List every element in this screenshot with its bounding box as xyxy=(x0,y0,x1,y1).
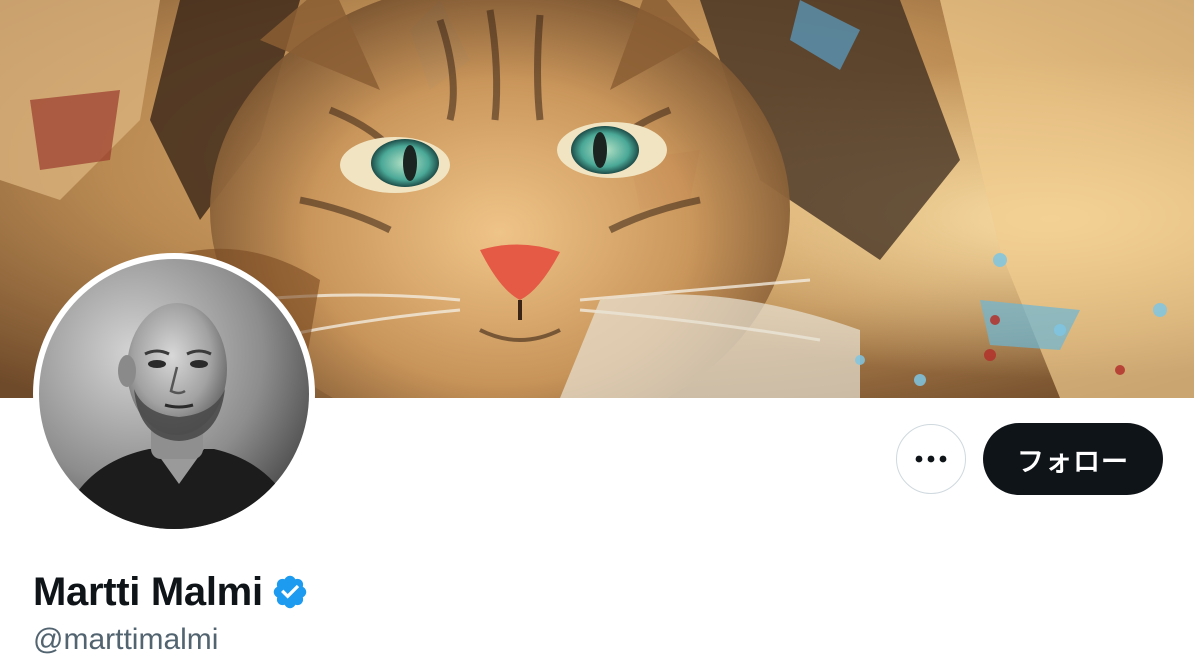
follow-button[interactable]: フォロー xyxy=(983,423,1163,495)
avatar[interactable] xyxy=(33,253,315,535)
avatar-photo xyxy=(39,259,309,529)
more-options-button[interactable] xyxy=(896,424,966,494)
follow-button-label: フォロー xyxy=(1017,446,1129,478)
verified-badge-icon[interactable] xyxy=(271,573,309,611)
user-handle: @marttimalmi xyxy=(33,623,219,656)
person-portrait-icon xyxy=(39,259,309,529)
name-row: Martti Malmi xyxy=(33,566,309,618)
display-name: Martti Malmi xyxy=(33,570,263,614)
profile-header: フォロー Martti Malmi @marttimalmi xyxy=(0,0,1194,666)
more-horizontal-icon xyxy=(915,455,947,463)
